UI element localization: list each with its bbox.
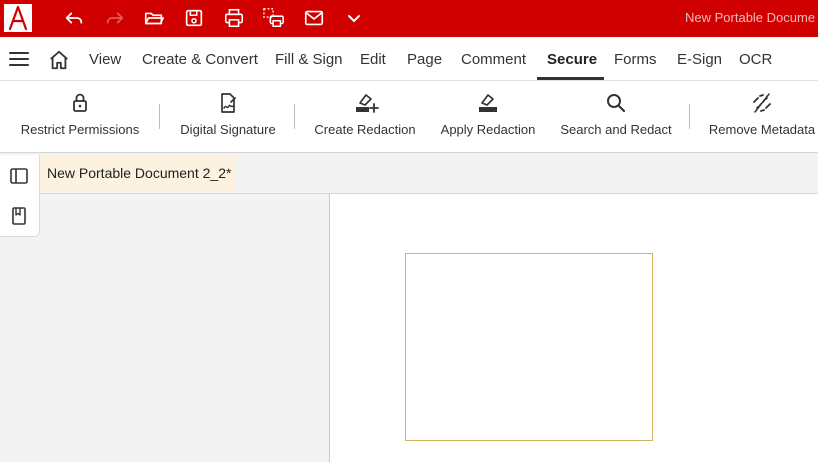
secure-ribbon: Restrict Permissions Digital Signature C… bbox=[0, 81, 818, 153]
redo-icon[interactable] bbox=[102, 6, 128, 30]
home-icon[interactable] bbox=[48, 49, 70, 71]
apply-redaction-label: Apply Redaction bbox=[440, 122, 536, 137]
apply-redaction-icon bbox=[476, 91, 500, 115]
search-and-redact-button[interactable]: Search and Redact bbox=[554, 81, 678, 153]
menu-create-convert[interactable]: Create & Convert bbox=[142, 51, 258, 68]
menu-secure[interactable]: Secure bbox=[547, 51, 597, 68]
hamburger-menu-icon[interactable] bbox=[8, 49, 30, 69]
ribbon-separator bbox=[689, 104, 690, 129]
signed-document-icon bbox=[216, 91, 240, 115]
undo-icon[interactable] bbox=[61, 6, 87, 30]
menu-ocr[interactable]: OCR bbox=[739, 51, 772, 68]
search-and-redact-label: Search and Redact bbox=[560, 122, 672, 137]
menu-forms[interactable]: Forms bbox=[614, 51, 657, 68]
menu-page[interactable]: Page bbox=[407, 51, 442, 68]
save-icon[interactable] bbox=[181, 6, 207, 30]
remove-metadata-label: Remove Metadata bbox=[708, 122, 816, 137]
print-preview-icon[interactable] bbox=[261, 6, 287, 30]
apply-redaction-button[interactable]: Apply Redaction bbox=[432, 81, 544, 153]
restrict-permissions-button[interactable]: Restrict Permissions bbox=[10, 81, 150, 153]
menu-fill-sign[interactable]: Fill & Sign bbox=[275, 51, 343, 68]
navigation-pane bbox=[0, 194, 329, 462]
create-redaction-button[interactable]: Create Redaction bbox=[306, 81, 424, 153]
menu-comment[interactable]: Comment bbox=[461, 51, 526, 68]
digital-signature-label: Digital Signature bbox=[180, 122, 276, 137]
mail-icon[interactable] bbox=[301, 6, 327, 30]
menu-edit[interactable]: Edit bbox=[360, 51, 386, 68]
restrict-permissions-label: Restrict Permissions bbox=[20, 122, 140, 137]
side-panel-toolbar bbox=[0, 155, 40, 237]
panel-toggle-icon[interactable] bbox=[8, 165, 30, 187]
document-tab[interactable]: New Portable Document 2_2* bbox=[40, 155, 236, 191]
bookmark-icon[interactable] bbox=[8, 205, 30, 227]
open-folder-icon[interactable] bbox=[141, 6, 167, 30]
remove-metadata-icon bbox=[750, 91, 774, 115]
menu-e-sign[interactable]: E-Sign bbox=[677, 51, 722, 68]
create-redaction-label: Create Redaction bbox=[314, 122, 416, 137]
remove-metadata-button[interactable]: Remove Metadata bbox=[700, 81, 818, 153]
print-icon[interactable] bbox=[221, 6, 247, 30]
menu-bar: View Create & Convert Fill & Sign Edit P… bbox=[0, 37, 818, 80]
lock-icon bbox=[68, 91, 92, 115]
window-title: New Portable Docume bbox=[685, 10, 816, 25]
title-bar: New Portable Docume bbox=[0, 0, 818, 37]
document-tab-title: New Portable Document 2_2* bbox=[47, 165, 232, 181]
search-icon bbox=[604, 91, 628, 115]
chevron-down-icon[interactable] bbox=[341, 6, 367, 30]
redaction-area[interactable] bbox=[405, 253, 653, 441]
app-logo-icon bbox=[4, 4, 32, 32]
ribbon-separator bbox=[159, 104, 160, 129]
menu-view[interactable]: View bbox=[89, 51, 121, 68]
create-redaction-icon bbox=[353, 91, 379, 115]
digital-signature-button[interactable]: Digital Signature bbox=[170, 81, 286, 153]
ribbon-separator bbox=[294, 104, 295, 129]
